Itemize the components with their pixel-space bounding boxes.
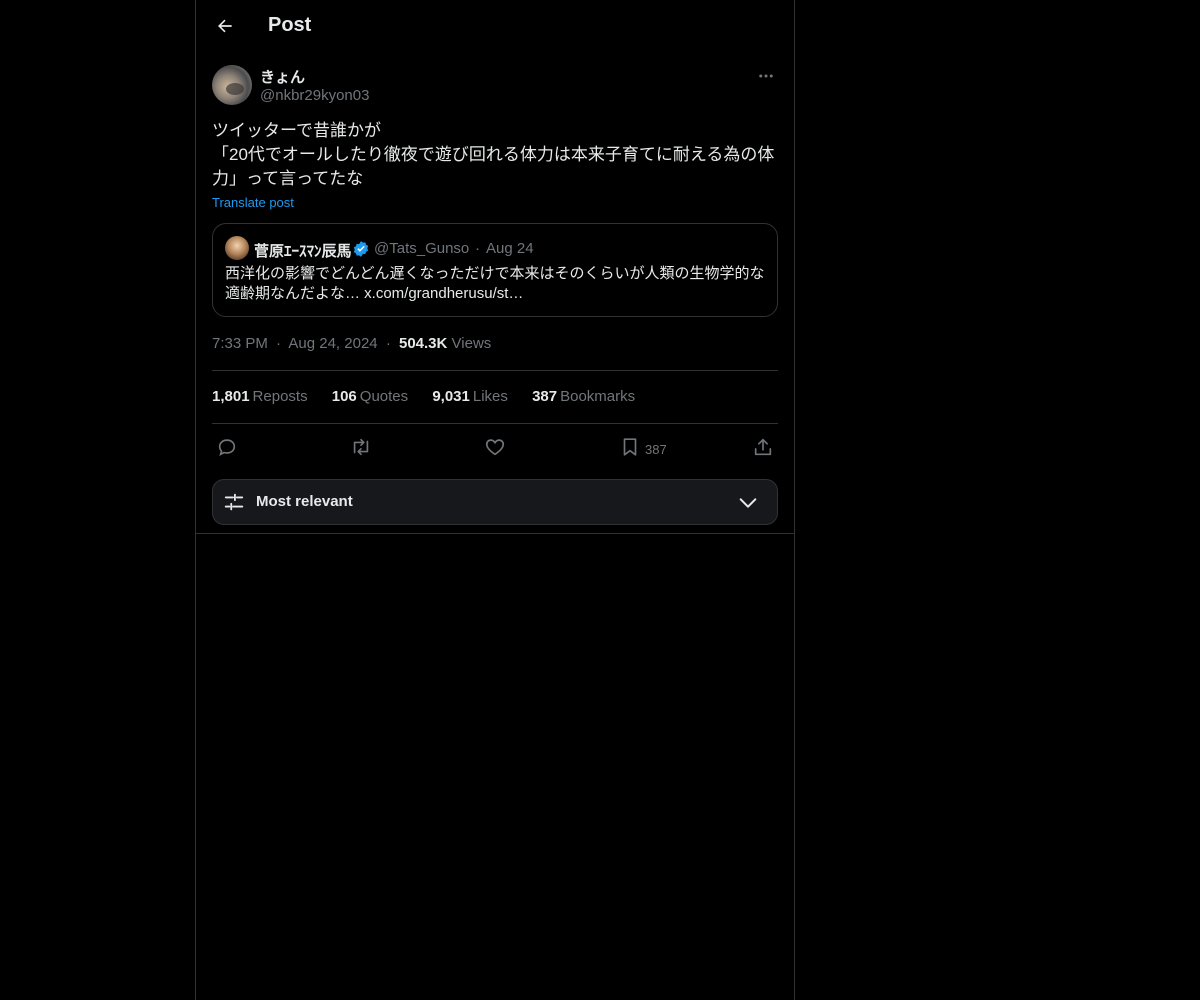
translate-post-link[interactable]: Translate post [212, 195, 294, 210]
like-button[interactable] [484, 435, 506, 459]
post-date[interactable]: Aug 24, 2024 [288, 335, 377, 352]
post-header: Post [196, 0, 794, 53]
share-icon [754, 438, 772, 456]
quote-handle: @Tats_Gunso [374, 240, 470, 257]
bookmark-button[interactable]: 387 [619, 435, 667, 459]
divider [212, 423, 778, 424]
repost-icon [353, 438, 369, 456]
verified-badge-icon [353, 241, 369, 257]
post-stats: 1,801 Reposts 106 Quotes 9,031 Likes 387 Boo… [212, 388, 655, 405]
likes-stat[interactable]: 9,031 Likes [432, 388, 508, 405]
heart-icon [485, 439, 505, 456]
quotes-label: Quotes [359, 388, 409, 405]
reposts-label: Reposts [252, 388, 308, 405]
sliders-icon [224, 493, 244, 511]
bookmarks-stat[interactable]: 387 Bookmarks [532, 388, 635, 405]
author-display-name[interactable]: きょん [260, 66, 305, 87]
bookmark-count: 387 [645, 441, 667, 457]
bookmarks-count: 387 [532, 388, 558, 405]
views-label: Views [451, 335, 492, 352]
section-divider [196, 533, 794, 534]
share-button[interactable] [752, 435, 774, 459]
likes-label: Likes [472, 388, 508, 405]
avatar[interactable] [212, 65, 252, 105]
reposts-count: 1,801 [212, 388, 250, 405]
back-button[interactable] [208, 9, 242, 43]
quote-avatar [225, 236, 249, 260]
post-meta: 7:33 PM · Aug 24, 2024 · 504.3K Views [212, 335, 491, 352]
page-title: Post [268, 14, 312, 36]
sort-label: Most relevant [256, 493, 353, 510]
meta-separator: · [385, 335, 391, 352]
quotes-count: 106 [331, 388, 357, 405]
quote-text: 西洋化の影響でどんどん遅くなっただけで本来はそのくらいが人類の生物学的な適齢期な… [225, 265, 765, 302]
post-author: きょん @nkbr29kyon03 [212, 64, 778, 106]
more-dots-icon [759, 74, 773, 78]
quoted-post[interactable]: 菅原ｴｰｽﾏﾝ辰馬 @Tats_Gunso · Aug 24 西洋化の影響でどん… [212, 223, 778, 317]
post-text: ツイッターで昔誰かが 「20代でオールしたり徹夜で遊び回れる体力は本来子育てに耐… [212, 121, 775, 188]
reply-button[interactable] [216, 435, 238, 459]
bookmark-icon [623, 438, 637, 456]
meta-separator: · [276, 335, 282, 352]
views-count: 504.3K [398, 335, 448, 352]
replies-sort-dropdown[interactable]: Most relevant [212, 479, 778, 525]
post-time[interactable]: 7:33 PM [212, 335, 268, 352]
chevron-down-icon [739, 498, 757, 508]
quotes-stat[interactable]: 106 Quotes [332, 388, 408, 405]
divider [212, 370, 778, 371]
quote-date: Aug 24 [486, 240, 534, 257]
quote-separator: · [475, 240, 480, 257]
arrow-left-icon [218, 19, 232, 33]
quote-display-name: 菅原ｴｰｽﾏﾝ辰馬 [254, 243, 352, 260]
likes-count: 9,031 [432, 388, 470, 405]
bookmarks-label: Bookmarks [560, 388, 636, 405]
reply-icon [218, 439, 236, 456]
more-options-button[interactable] [754, 64, 778, 88]
author-handle[interactable]: @nkbr29kyon03 [260, 87, 369, 104]
repost-button[interactable] [350, 435, 372, 459]
main-column: Post きょん @nkbr29kyon03 ツイッターで昔誰かが 「20代でオ… [195, 0, 795, 1000]
reposts-stat[interactable]: 1,801 Reposts [212, 388, 308, 405]
